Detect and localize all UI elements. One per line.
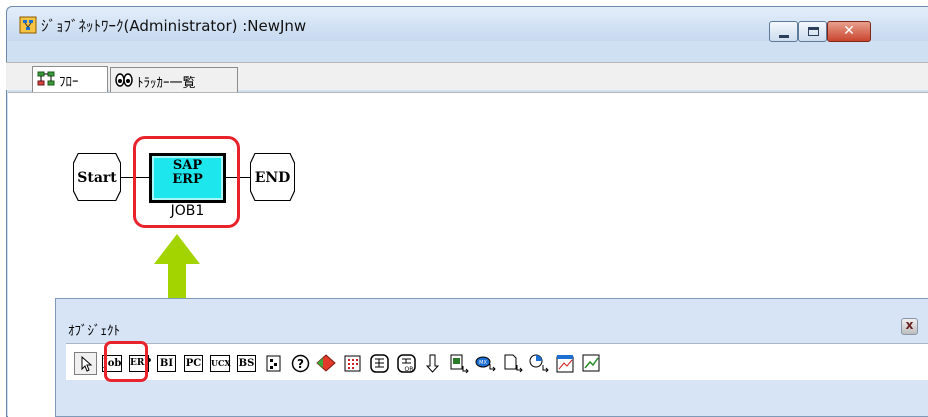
down-arrow-tool-button[interactable] [421, 352, 444, 375]
app-icon [19, 16, 37, 34]
jobnet-tool-button[interactable] [263, 352, 286, 375]
bi-tool-label: BI [157, 355, 176, 372]
mail-icon: MX [475, 356, 496, 372]
job-highlight-frame [133, 136, 240, 228]
ucx-tool-button[interactable]: UCX [208, 352, 231, 375]
tab-tracker[interactable]: ﾄﾗｯｶｰ一覧 [110, 67, 238, 92]
event-tool-button[interactable] [315, 352, 338, 375]
condition-tool-button[interactable]: ? [289, 352, 312, 375]
start-label: Start [77, 170, 117, 186]
end-label: END [254, 170, 291, 186]
bs-tool-button[interactable]: BS [235, 352, 258, 375]
tracker-icon [115, 73, 133, 87]
pointer-tool-button[interactable] [74, 352, 97, 375]
calendar-icon [344, 355, 361, 372]
end-node-body: END [251, 154, 294, 200]
mail-tool-button[interactable]: MX [474, 352, 497, 375]
close-icon: x [905, 318, 914, 332]
down-arrow-icon [426, 354, 439, 373]
maximize-button[interactable] [798, 21, 827, 42]
ucx-tool-label: UCX [210, 355, 231, 372]
document-icon [504, 354, 523, 373]
start-node-body: Start [74, 154, 120, 200]
tab-flow-label: ﾌﾛｰ [59, 75, 79, 90]
event-icon [316, 354, 336, 372]
title-bar[interactable]: ｼﾞｮﾌﾞﾈｯﾄﾜｰｸ(Administrator) :NewJnw ✕ [7, 7, 928, 42]
timer-tool-button[interactable] [527, 352, 550, 375]
end-node[interactable]: END [250, 153, 295, 201]
chart-tool-button[interactable] [554, 352, 577, 375]
flow-icon [37, 71, 55, 86]
chart2-tool-button[interactable] [580, 352, 603, 375]
timer-icon [529, 354, 549, 373]
file-tool-button[interactable] [447, 352, 470, 375]
pc-tool-label: PC [184, 355, 203, 372]
and-icon [370, 354, 389, 373]
bi-tool-button[interactable]: BI [155, 352, 178, 375]
object-toolbar: Job ERP BI PC UCX BS ? OR MX [66, 343, 928, 380]
close-icon: ✕ [843, 23, 855, 39]
svg-text:OR: OR [405, 366, 414, 373]
start-node[interactable]: Start [73, 153, 121, 201]
svg-text:?: ? [297, 357, 304, 371]
object-panel-close-button[interactable]: x [901, 318, 918, 335]
jobnet-icon [266, 355, 281, 372]
maximize-icon [808, 27, 819, 36]
and-tool-button[interactable] [368, 352, 391, 375]
chart-icon [556, 355, 574, 373]
bs-tool-label: BS [237, 355, 256, 372]
tab-flow[interactable]: ﾌﾛｰ [32, 66, 108, 92]
file-icon [450, 354, 469, 373]
chart2-icon [582, 354, 600, 372]
erp-tool-highlight-frame [104, 341, 148, 382]
calendar-tool-button[interactable] [341, 352, 364, 375]
pc-tool-button[interactable]: PC [182, 352, 205, 375]
or-tool-button[interactable]: OR [395, 352, 418, 375]
tab-tracker-label: ﾄﾗｯｶｰ一覧 [137, 76, 196, 91]
minimize-icon [779, 35, 789, 38]
window-title: ｼﾞｮﾌﾞﾈｯﾄﾜｰｸ(Administrator) :NewJnw [41, 17, 307, 35]
object-panel: ｵﾌﾞｼﾞｪｸﾄ x Job ERP BI PC UCX BS ? OR MX [55, 298, 928, 417]
svg-text:MX: MX [479, 360, 487, 366]
document-tool-button[interactable] [501, 352, 524, 375]
condition-icon: ? [291, 354, 310, 373]
minimize-button[interactable] [769, 21, 798, 42]
object-panel-title: ｵﾌﾞｼﾞｪｸﾄ [68, 324, 120, 339]
pointer-icon [81, 356, 93, 372]
or-icon: OR [397, 354, 416, 373]
close-button[interactable]: ✕ [827, 21, 871, 42]
